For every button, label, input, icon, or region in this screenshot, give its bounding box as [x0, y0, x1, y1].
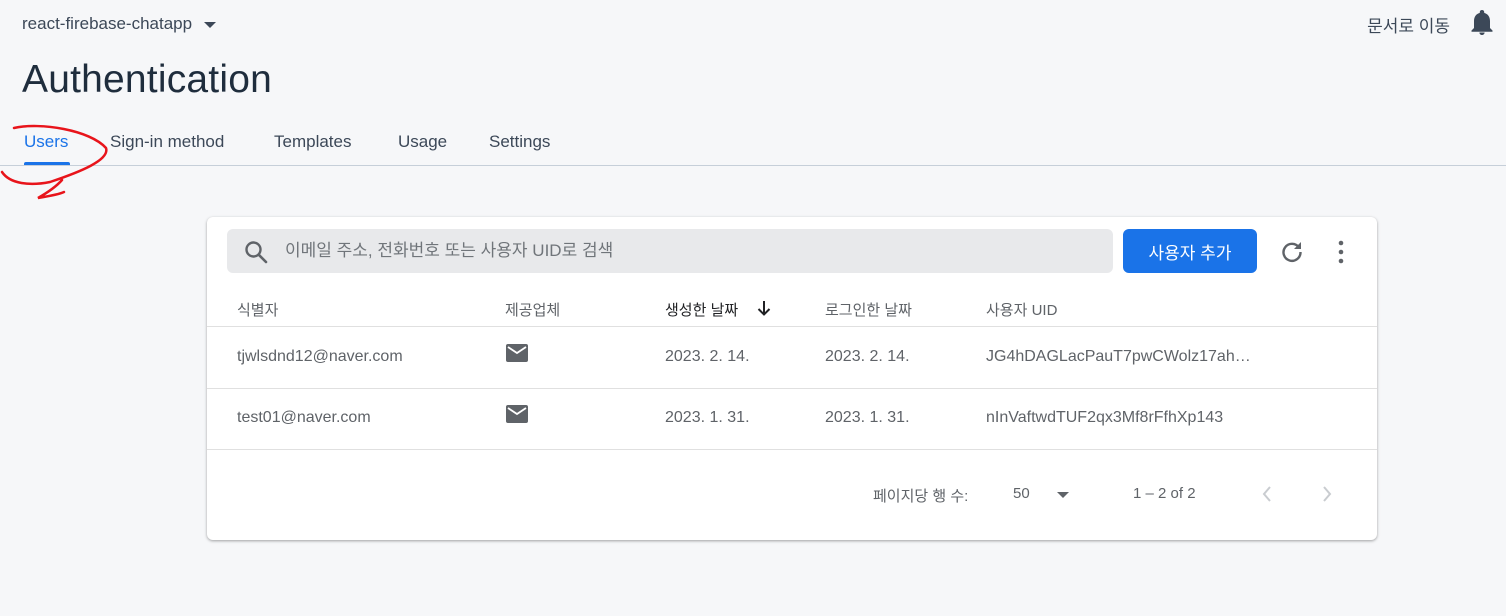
cell-uid: JG4hDAGLacPauT7pwCWolz17ah…	[986, 348, 1251, 365]
tab-sign-in-method[interactable]: Sign-in method	[110, 132, 224, 152]
cell-signed-in: 2023. 2. 14.	[825, 348, 910, 365]
chevron-right-icon[interactable]	[1319, 484, 1335, 504]
project-name: react-firebase-chatapp	[22, 14, 193, 33]
page-title: Authentication	[22, 58, 272, 101]
column-header-provider[interactable]: 제공업체	[505, 299, 560, 320]
column-header-created[interactable]: 생성한 날짜	[665, 299, 738, 320]
mail-icon	[506, 405, 528, 423]
cell-created: 2023. 2. 14.	[665, 348, 750, 365]
mail-icon	[506, 344, 528, 362]
rows-per-page-label: 페이지당 행 수:	[873, 488, 969, 505]
table-header: 식별자 제공업체 생성한 날짜 로그인한 날짜 사용자 UID	[207, 289, 1377, 327]
column-header-uid[interactable]: 사용자 UID	[986, 299, 1057, 320]
cell-uid: nInVaftwdTUF2qx3Mf8rFfhXp143	[986, 409, 1224, 426]
chevron-down-icon	[204, 22, 217, 28]
arrow-down-icon[interactable]	[755, 299, 773, 317]
cell-created: 2023. 1. 31.	[665, 409, 750, 426]
users-card: 사용자 추가 식별자 제공업체 생성한 날짜 로그인한 날짜 사용자 UID t…	[207, 217, 1377, 540]
table-row[interactable]: test01@naver.com 2023. 1. 31. 2023. 1. 3…	[207, 389, 1377, 450]
search-icon	[245, 241, 268, 264]
chevron-down-icon[interactable]	[1057, 492, 1069, 498]
rows-per-page-select[interactable]: 50	[1013, 485, 1030, 502]
add-user-button[interactable]: 사용자 추가	[1123, 229, 1257, 273]
column-header-signed-in[interactable]: 로그인한 날짜	[825, 299, 912, 320]
tab-bar: Users Sign-in method Templates Usage Set…	[0, 120, 1506, 166]
refresh-icon[interactable]	[1279, 239, 1305, 265]
search-bar[interactable]	[227, 229, 1113, 273]
tab-usage[interactable]: Usage	[398, 132, 447, 152]
project-selector[interactable]: react-firebase-chatapp	[22, 14, 217, 34]
column-header-identifier[interactable]: 식별자	[237, 299, 278, 320]
cell-identifier: tjwlsdnd12@naver.com	[237, 348, 403, 365]
top-bar: react-firebase-chatapp 문서로 이동	[0, 0, 1506, 50]
cell-signed-in: 2023. 1. 31.	[825, 409, 910, 426]
table-row[interactable]: tjwlsdnd12@naver.com 2023. 2. 14. 2023. …	[207, 328, 1377, 389]
search-input[interactable]	[283, 229, 1083, 273]
tab-settings[interactable]: Settings	[489, 132, 550, 152]
bell-icon[interactable]	[1470, 10, 1494, 36]
pagination: 페이지당 행 수: 50 1 – 2 of 2	[207, 450, 1377, 540]
tab-users[interactable]: Users	[24, 132, 68, 152]
chevron-left-icon[interactable]	[1259, 484, 1275, 504]
pagination-range: 1 – 2 of 2	[1133, 485, 1196, 502]
tab-templates[interactable]: Templates	[274, 132, 351, 152]
cell-identifier: test01@naver.com	[237, 409, 371, 426]
active-tab-indicator	[24, 162, 70, 165]
more-vert-icon[interactable]	[1333, 239, 1349, 265]
docs-link[interactable]: 문서로 이동	[1367, 12, 1450, 37]
